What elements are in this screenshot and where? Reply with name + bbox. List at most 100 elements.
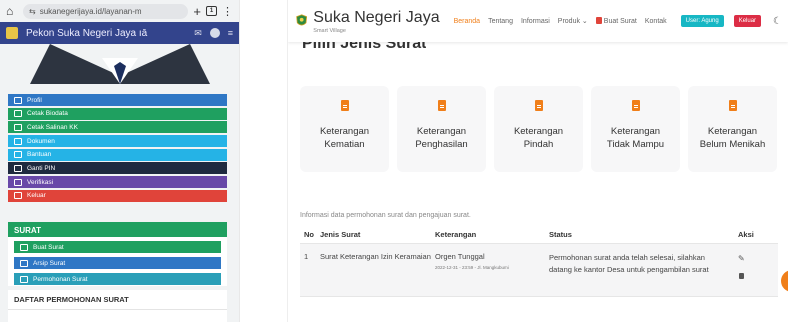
cell-jenis-surat: Surat Keterangan Izin Keramaian: [320, 252, 431, 261]
village-logo[interactable]: [296, 10, 308, 32]
brand-tagline: Smart Village: [313, 27, 346, 34]
home-icon[interactable]: ⌂: [6, 4, 18, 18]
brand[interactable]: Suka Negeri Jaya Smart Village: [313, 9, 439, 34]
col-status: Status: [549, 229, 572, 239]
menu-item-label: Cetak Salinan KK: [27, 123, 78, 131]
card-label: Keterangan Belum Menikah: [699, 126, 766, 150]
menu-item-dokumen[interactable]: Dokumen: [8, 135, 227, 148]
col-jenis-surat: Jenis Surat: [320, 230, 361, 239]
profile-photo: [10, 44, 229, 84]
edit-icon[interactable]: ✎: [738, 254, 774, 263]
menu-item-label: Arsip Surat: [33, 259, 66, 267]
menu-item-bantuan[interactable]: Bantuan: [8, 148, 227, 161]
surat-panel: SURAT Buat Surat Arsip Surat Permohonan …: [8, 222, 227, 286]
card-keterangan-kematian[interactable]: Keterangan Kematian: [300, 86, 389, 172]
dark-mode-icon[interactable]: ☾: [773, 16, 782, 27]
document-icon: [437, 100, 446, 111]
mobile-screenshot: ⌂ ⇆ sukanegerijaya.id/layanan-m + 1 ⋮ Pe…: [0, 0, 240, 322]
logout-button[interactable]: Keluar: [733, 15, 762, 27]
url-field[interactable]: ⇆ sukanegerijaya.id/layanan-m: [23, 3, 189, 19]
menu-item-buat-surat[interactable]: Buat Surat: [14, 241, 221, 253]
nav-produk[interactable]: Produk ⌄: [558, 17, 588, 25]
menu-item-keluar[interactable]: Keluar: [8, 189, 227, 202]
tab-count-icon[interactable]: 1: [206, 6, 217, 16]
nav-buat-surat[interactable]: Buat Surat: [595, 17, 637, 25]
table-header: No Jenis Surat Keterangan Status Aksi: [300, 226, 778, 244]
menu-item-ganti-pin[interactable]: Ganti PIN: [8, 162, 227, 175]
mobile-site-header: Pekon Suka Negeri Jaya ıā ✉ ≡: [0, 22, 239, 44]
main-nav: Beranda Tentang Informasi Produk ⌄ Buat …: [454, 17, 675, 25]
cell-keterangan: Orgen Tunggal 2022-12-31 - 23:59 - Jl. M…: [435, 252, 549, 270]
browser-address-bar: ⌂ ⇆ sukanegerijaya.id/layanan-m + 1 ⋮: [0, 0, 239, 22]
card-label: Keterangan Tidak Mampu: [606, 126, 665, 150]
document-icon: [340, 100, 349, 111]
surat-panel-header: SURAT: [8, 222, 227, 237]
user-icon: [14, 96, 22, 104]
menu-item-label: Bantuan: [27, 151, 52, 159]
cell-status: Permohonan surat anda telah selesai, sil…: [549, 253, 709, 274]
hamburger-icon[interactable]: ≡: [228, 28, 233, 38]
card-keterangan-tidak-mampu[interactable]: Keterangan Tidak Mampu: [591, 86, 680, 172]
menu-item-label: Cetak Biodata: [27, 110, 68, 118]
more-options-icon[interactable]: ⋮: [222, 5, 233, 18]
card-keterangan-pindah[interactable]: Keterangan Pindah: [494, 86, 583, 172]
document-icon: [20, 275, 28, 283]
col-aksi: Aksi: [738, 230, 754, 239]
nav-buat-surat-label: Buat Surat: [603, 18, 637, 25]
top-navbar: Suka Negeri Jaya Smart Village Beranda T…: [288, 0, 788, 42]
user-button[interactable]: User: Agung: [680, 15, 724, 27]
nav-tentang[interactable]: Tentang: [488, 18, 513, 25]
site-logo: [6, 27, 18, 39]
avatar[interactable]: [209, 28, 220, 38]
document-icon: [534, 100, 543, 111]
logout-icon: [14, 192, 22, 200]
menu-item-label: Verifikasi: [27, 178, 54, 186]
menu-item-label: Buat Surat: [33, 243, 64, 251]
menu-item-verifikasi[interactable]: Verifikasi: [8, 176, 227, 189]
folder-icon: [14, 137, 22, 145]
table-row: 1 Surat Keterangan Izin Keramaian Orgen …: [300, 244, 778, 297]
printer-icon: [14, 123, 22, 131]
key-icon: [14, 178, 22, 186]
requests-table: No Jenis Surat Keterangan Status Aksi 1 …: [300, 226, 778, 297]
nav-beranda[interactable]: Beranda: [454, 18, 480, 25]
menu-item-profil[interactable]: Profil: [8, 94, 227, 106]
info-text: Informasi data permohonan surat dan peng…: [300, 212, 471, 219]
cell-no: 1: [304, 252, 309, 261]
menu-item-cetak-biodata[interactable]: Cetak Biodata: [8, 107, 227, 120]
url-text: sukanegerijaya.id/layanan-m: [39, 6, 142, 16]
menu-item-label: Ganti PIN: [27, 164, 56, 172]
menu-item-permohonan-surat[interactable]: Permohonan Surat: [14, 273, 221, 285]
document-icon: [728, 100, 737, 111]
document-icon: [631, 100, 640, 111]
menu-item-cetak-salinan-kk[interactable]: Cetak Salinan KK: [8, 121, 227, 134]
archive-icon: [20, 259, 28, 267]
card-label: Keterangan Kematian: [319, 126, 370, 150]
trash-icon[interactable]: [739, 273, 744, 279]
nav-kontak[interactable]: Kontak: [645, 18, 667, 25]
daftar-panel-title: DAFTAR PERMOHONAN SURAT: [8, 290, 227, 310]
printer-icon: [14, 110, 22, 118]
keterangan-title: Orgen Tunggal: [435, 252, 485, 261]
page-heading: Pilih Jenis Surat: [302, 42, 427, 51]
new-tab-icon[interactable]: +: [193, 4, 201, 19]
site-settings-icon[interactable]: ⇆: [29, 7, 36, 16]
card-keterangan-penghasilan[interactable]: Keterangan Penghasilan: [397, 86, 486, 172]
daftar-panel: DAFTAR PERMOHONAN SURAT: [8, 290, 227, 322]
hand-icon: [14, 151, 22, 159]
menu-item-label: Keluar: [27, 192, 46, 200]
keterangan-detail: 2022-12-31 - 23:59 - Jl. Mangkubumi: [435, 265, 509, 270]
menu-item-label: Dokumen: [27, 137, 55, 145]
key-icon: [14, 164, 22, 172]
card-keterangan-belum-menikah[interactable]: Keterangan Belum Menikah: [688, 86, 777, 172]
nav-informasi[interactable]: Informasi: [521, 18, 550, 25]
menu-item-label: Permohonan Surat: [33, 275, 88, 283]
card-label: Keterangan Penghasilan: [415, 126, 468, 150]
mail-icon[interactable]: ✉: [194, 28, 202, 39]
cell-aksi: ✎: [724, 252, 774, 279]
site-title: Pekon Suka Negeri Jaya ıā: [26, 27, 148, 39]
col-no: No: [304, 230, 314, 239]
menu-item-arsip-surat[interactable]: Arsip Surat: [14, 257, 221, 269]
col-keterangan: Keterangan: [435, 230, 477, 239]
brand-name: Suka Negeri Jaya: [313, 8, 440, 26]
